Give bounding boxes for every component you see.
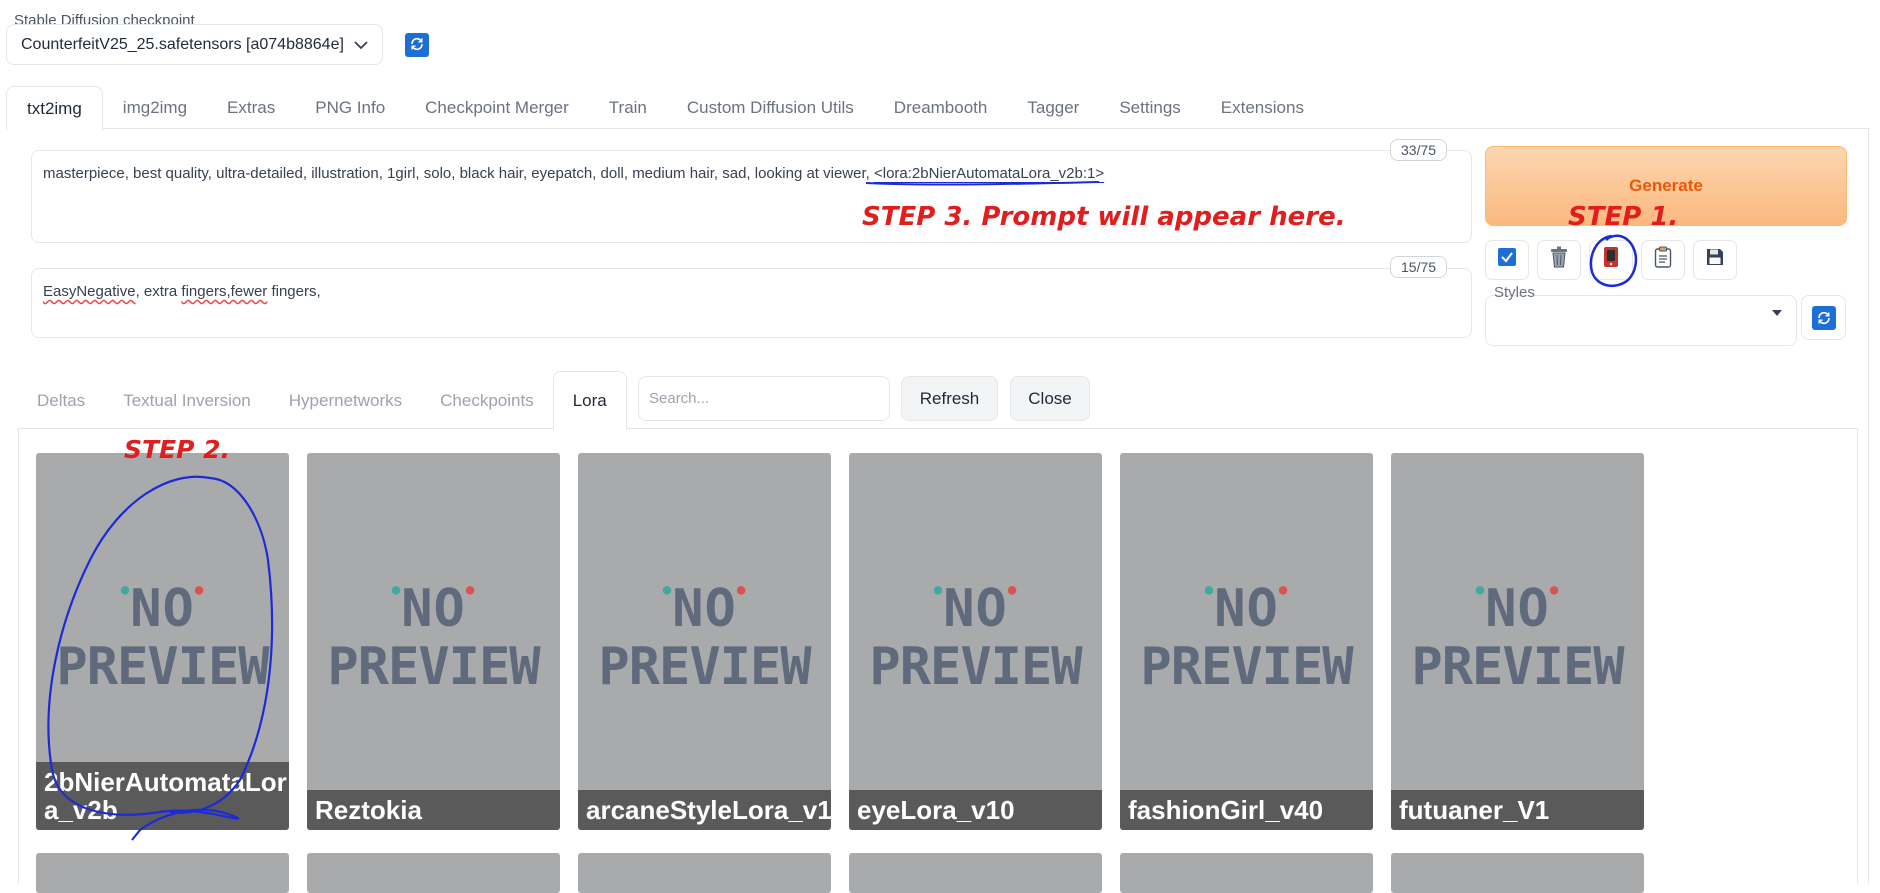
lora-card[interactable]: [1391, 853, 1644, 893]
lora-card[interactable]: ●NO● PREVIEW arcaneStyleLora_v1: [578, 453, 831, 830]
show-extra-networks-button[interactable]: [1589, 240, 1633, 280]
extra-networks-tabs: Deltas Textual Inversion Hypernetworks C…: [18, 371, 627, 430]
refresh-icon: [1811, 305, 1836, 330]
lora-card[interactable]: ●NO● PREVIEW 2bNierAutomataLor a_v2b: [36, 453, 289, 830]
tab-deltas[interactable]: Deltas: [18, 372, 104, 429]
tab-checkpoint-merger[interactable]: Checkpoint Merger: [405, 86, 589, 129]
styles-dropdown[interactable]: [1485, 295, 1797, 346]
styles-label: Styles: [1494, 284, 1535, 301]
no-preview-text: PREVIEW: [327, 637, 540, 697]
tab-lora[interactable]: Lora: [552, 371, 627, 430]
no-preview-text: NO: [130, 579, 195, 639]
no-preview-image: ●NO● PREVIEW: [849, 583, 1102, 693]
step2-annotation: STEP 2.: [124, 435, 231, 464]
tab-png-info[interactable]: PNG Info: [295, 86, 405, 129]
no-preview-image: ●NO● PREVIEW: [1391, 583, 1644, 693]
save-style-button[interactable]: [1693, 240, 1737, 280]
lora-card[interactable]: [849, 853, 1102, 893]
dropdown-arrow-icon: [1772, 310, 1782, 316]
negative-token-counter: 15/75: [1390, 256, 1448, 278]
save-icon: [1705, 247, 1725, 273]
tab-checkpoints[interactable]: Checkpoints: [421, 372, 553, 429]
no-preview-text: NO: [672, 579, 737, 639]
no-preview-image: ●NO● PREVIEW: [578, 583, 831, 693]
checkpoint-value: CounterfeitV25_25.safetensors [a074b8864…: [21, 35, 344, 53]
card-name: fashionGirl_v40: [1120, 790, 1373, 830]
no-preview-image: ●NO● PREVIEW: [1120, 583, 1373, 693]
tab-extensions[interactable]: Extensions: [1201, 86, 1324, 129]
no-preview-text: NO: [401, 579, 466, 639]
tab-hypernetworks[interactable]: Hypernetworks: [270, 372, 421, 429]
tab-settings[interactable]: Settings: [1099, 86, 1200, 129]
refresh-button[interactable]: Refresh: [901, 376, 998, 421]
trash-icon: [1549, 246, 1569, 274]
tab-dreambooth[interactable]: Dreambooth: [874, 86, 1008, 129]
lora-card[interactable]: ●NO● PREVIEW fashionGirl_v40: [1120, 453, 1373, 830]
tab-train[interactable]: Train: [589, 86, 667, 129]
card-name: eyeLora_v10: [849, 790, 1102, 830]
tab-tagger[interactable]: Tagger: [1007, 86, 1099, 129]
tab-custom-diffusion-utils[interactable]: Custom Diffusion Utils: [667, 86, 874, 129]
no-preview-text: NO: [943, 579, 1008, 639]
main-tabs: txt2img img2img Extras PNG Info Checkpoi…: [6, 86, 1324, 131]
extra-networks-divider: [18, 428, 1858, 429]
lora-card[interactable]: ●NO● PREVIEW futuaner_V1: [1391, 453, 1644, 830]
card-name-line: a_v2b: [44, 795, 118, 825]
step3-annotation: STEP 3. Prompt will appear here.: [862, 202, 1346, 232]
refresh-icon: [409, 36, 425, 55]
no-preview-text: PREVIEW: [869, 637, 1082, 697]
prompt-text: masterpiece, best quality, ultra-detaile…: [43, 165, 874, 182]
tab-txt2img[interactable]: txt2img: [6, 86, 103, 131]
card-name-line: 2bNierAutomataLor: [44, 767, 287, 797]
no-preview-text: NO: [1214, 579, 1279, 639]
negative-prompt-textarea[interactable]: EasyNegative, extra fingers,fewer finger…: [31, 268, 1472, 338]
lora-card[interactable]: [36, 853, 289, 893]
show-extra-networks-icon: [1602, 246, 1620, 274]
card-name: futuaner_V1: [1391, 790, 1644, 830]
lora-card[interactable]: [578, 853, 831, 893]
no-preview-image: ●NO● PREVIEW: [36, 583, 289, 693]
lora-card[interactable]: ●NO● PREVIEW Reztokia: [307, 453, 560, 830]
checkpoint-refresh-button[interactable]: [405, 33, 429, 57]
lora-card[interactable]: ●NO● PREVIEW eyeLora_v10: [849, 453, 1102, 830]
negative-prompt-text-3: fingers,fewer: [181, 283, 268, 300]
clear-prompt-button[interactable]: [1537, 240, 1581, 280]
no-preview-text: PREVIEW: [1140, 637, 1353, 697]
search-input[interactable]: [638, 376, 890, 421]
negative-prompt-text-2: , extra: [135, 283, 182, 300]
card-name: arcaneStyleLora_v1: [578, 790, 831, 830]
card-name: 2bNierAutomataLor a_v2b: [36, 762, 289, 830]
apply-styles-button[interactable]: [1641, 240, 1685, 280]
tab-extras[interactable]: Extras: [207, 86, 295, 129]
chevron-down-icon: [354, 37, 368, 53]
tab-img2img[interactable]: img2img: [103, 86, 207, 129]
step1-annotation: STEP 1.: [1568, 202, 1679, 232]
tab-divider: [6, 128, 1870, 129]
lora-card[interactable]: [1120, 853, 1373, 893]
no-preview-image: ●NO● PREVIEW: [307, 583, 560, 693]
close-button[interactable]: Close: [1010, 376, 1090, 421]
styles-refresh-button[interactable]: [1801, 295, 1846, 340]
negative-prompt-text-4: fingers,: [267, 283, 321, 300]
no-preview-text: PREVIEW: [598, 637, 811, 697]
extra-networks-border: [1857, 428, 1858, 884]
no-preview-text: PREVIEW: [56, 637, 269, 697]
negative-prompt-text-1: EasyNegative: [43, 283, 136, 300]
tab-textual-inversion[interactable]: Textual Inversion: [104, 372, 270, 429]
extra-networks-border: [18, 428, 19, 884]
interrupt-checkbox-button[interactable]: [1485, 240, 1529, 280]
checkpoint-dropdown[interactable]: CounterfeitV25_25.safetensors [a074b8864…: [6, 24, 383, 65]
prompt-token-counter: 33/75: [1390, 139, 1448, 161]
no-preview-text: PREVIEW: [1411, 637, 1624, 697]
clipboard-icon: [1654, 246, 1672, 274]
panel-border: [1868, 128, 1869, 884]
prompt-lora-token: <lora:2bNierAutomataLora_v2b:1>: [873, 165, 1105, 182]
no-preview-text: NO: [1485, 579, 1550, 639]
card-name: Reztokia: [307, 790, 560, 830]
lora-card[interactable]: [307, 853, 560, 893]
checkbox-icon: [1497, 247, 1517, 273]
